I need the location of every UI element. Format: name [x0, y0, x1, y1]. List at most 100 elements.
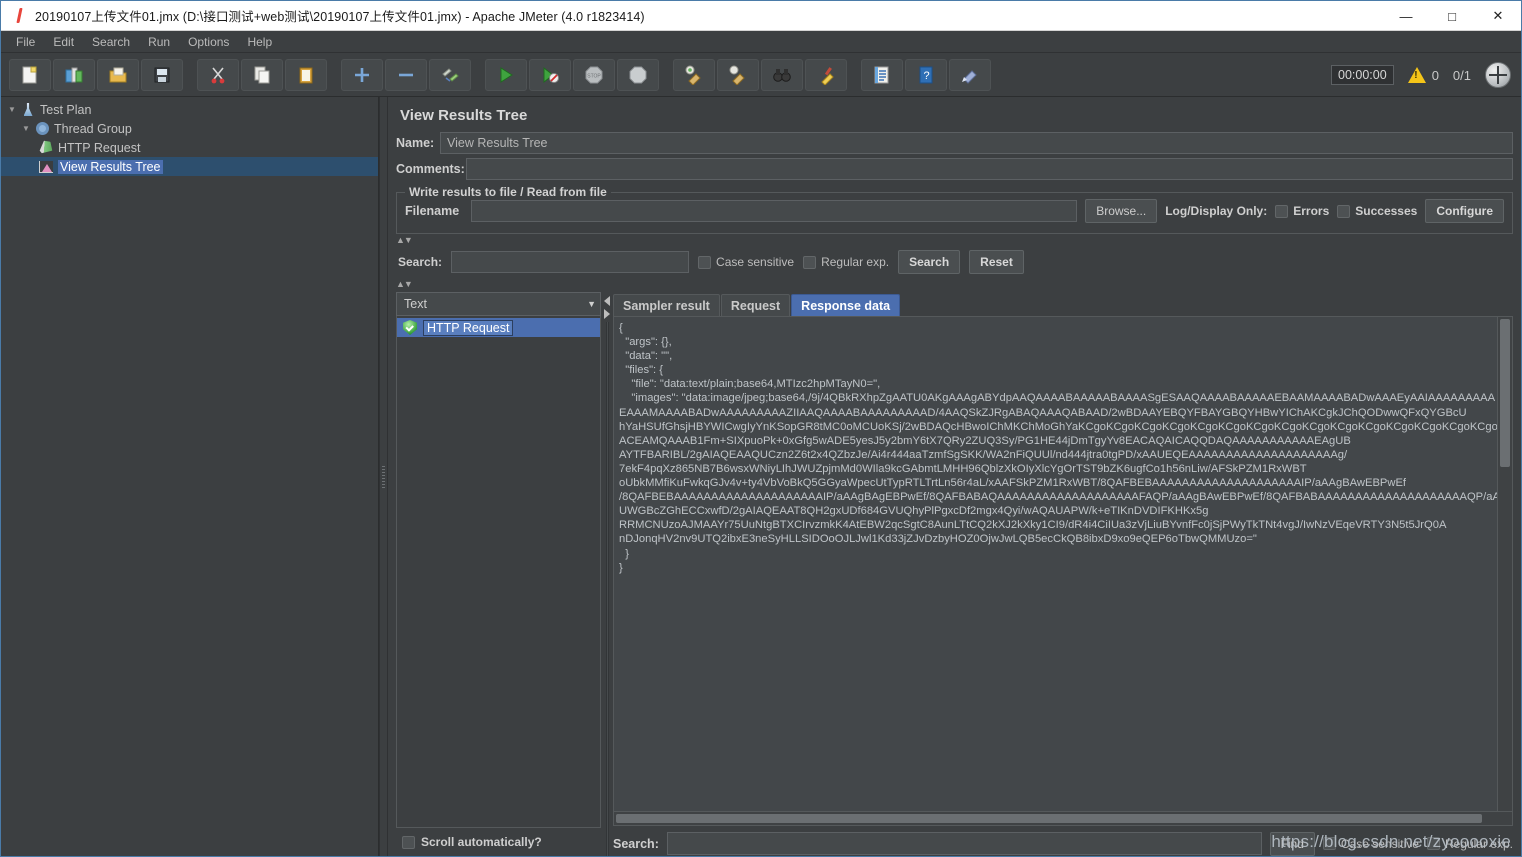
- list-item[interactable]: HTTP Request: [397, 318, 600, 337]
- warning-count: 0: [1431, 67, 1439, 83]
- bottom-regex-box[interactable]: [1426, 837, 1440, 850]
- clear-all-button[interactable]: [717, 58, 759, 91]
- close-button[interactable]: ✕: [1475, 1, 1521, 31]
- tab-sampler-result[interactable]: Sampler result: [613, 294, 720, 316]
- response-data-box: { "args": {}, "data": "", "files": { "fi…: [613, 316, 1513, 812]
- successes-checkbox-box[interactable]: [1337, 204, 1351, 218]
- remote-globe-icon[interactable]: [1485, 62, 1511, 88]
- test-plan-icon: [19, 102, 37, 118]
- configure-button[interactable]: Configure: [1425, 199, 1504, 223]
- main-vertical-splitter[interactable]: [379, 97, 388, 856]
- results-search-bar: Search: Case sensitive Regular exp. Sear…: [396, 246, 1513, 278]
- expand-all-button[interactable]: [341, 58, 383, 91]
- scroll-automatically-checkbox[interactable]: Scroll automatically?: [396, 828, 601, 856]
- tree-node-thread-group[interactable]: ▼ Thread Group: [1, 119, 378, 138]
- warning-indicator[interactable]: 0: [1407, 67, 1439, 83]
- bottom-regex-label: Regular exp.: [1444, 836, 1513, 851]
- tree-node-test-plan[interactable]: ▼ Test Plan: [1, 100, 378, 119]
- search-case-sensitive-checkbox[interactable]: Case sensitive: [698, 255, 794, 269]
- reset-search-button[interactable]: [805, 58, 847, 91]
- tree-node-http-request[interactable]: HTTP Request: [1, 138, 378, 157]
- reset-button[interactable]: Reset: [969, 250, 1024, 274]
- search-regex-checkbox[interactable]: Regular exp.: [803, 255, 889, 269]
- scrollbar-thumb[interactable]: [616, 814, 1482, 823]
- menu-help[interactable]: Help: [238, 33, 281, 51]
- copy-button[interactable]: [241, 58, 283, 91]
- clear-button[interactable]: [673, 58, 715, 91]
- expand-toggle-icon[interactable]: ▼: [19, 124, 33, 133]
- tab-request[interactable]: Request: [720, 294, 791, 316]
- jmeter-window: 20190107上传文件01.jmx (D:\接口测试+web测试\201901…: [1, 1, 1521, 856]
- response-vertical-scrollbar[interactable]: [1497, 317, 1512, 811]
- errors-checkbox-box[interactable]: [1275, 204, 1289, 218]
- test-plan-tree[interactable]: ▼ Test Plan ▼ Thread Group HTTP Request …: [1, 97, 379, 856]
- search-collapse-arrows[interactable]: ▲▼: [396, 278, 1513, 290]
- successes-checkbox[interactable]: Successes: [1337, 204, 1417, 218]
- browse-button[interactable]: Browse...: [1085, 199, 1158, 223]
- start-button[interactable]: [485, 58, 527, 91]
- toggle-button[interactable]: [429, 58, 471, 91]
- shutdown-button[interactable]: [617, 58, 659, 91]
- menu-file[interactable]: File: [7, 33, 44, 51]
- save-button[interactable]: [141, 58, 183, 91]
- search-regex-box[interactable]: [803, 255, 817, 269]
- filename-label: Filename: [405, 204, 460, 218]
- name-input[interactable]: [440, 132, 1513, 154]
- response-pane: Sampler result Request Response data { "…: [613, 292, 1513, 856]
- search-button[interactable]: [761, 58, 803, 91]
- chevron-down-icon[interactable]: ▼: [587, 299, 596, 309]
- svg-text:?: ?: [923, 70, 929, 82]
- toolbar-separator: [473, 59, 485, 91]
- undo-redo-button[interactable]: [949, 58, 991, 91]
- function-helper-button[interactable]: [861, 58, 903, 91]
- svg-text:STOP: STOP: [587, 73, 601, 79]
- menu-edit[interactable]: Edit: [44, 33, 83, 51]
- search-button[interactable]: Search: [898, 250, 961, 274]
- open-button[interactable]: [97, 58, 139, 91]
- menu-options[interactable]: Options: [179, 33, 238, 51]
- stop-button[interactable]: STOP: [573, 58, 615, 91]
- splitter-left-arrow-icon[interactable]: [604, 296, 610, 306]
- bottom-regex-checkbox[interactable]: Regular exp.: [1426, 836, 1513, 851]
- maximize-button[interactable]: □: [1429, 1, 1475, 31]
- bottom-search-input[interactable]: [666, 832, 1262, 855]
- templates-button[interactable]: [53, 58, 95, 91]
- bottom-case-sensitive-checkbox[interactable]: Case sensitive: [1322, 837, 1419, 851]
- collapse-all-button[interactable]: [385, 58, 427, 91]
- minimize-button[interactable]: —: [1383, 1, 1429, 31]
- play-no-pauses-icon: [543, 66, 559, 83]
- start-no-pauses-button[interactable]: [529, 58, 571, 91]
- collapse-arrows[interactable]: ▲▼: [396, 234, 1513, 246]
- splitter-grip: [382, 465, 385, 488]
- help-button[interactable]: ?: [905, 58, 947, 91]
- results-horizontal-splitter[interactable]: [601, 292, 613, 856]
- tree-node-view-results-tree[interactable]: View Results Tree: [1, 157, 378, 176]
- find-button[interactable]: Find: [1269, 831, 1315, 856]
- comments-input[interactable]: [466, 158, 1513, 180]
- response-data-text[interactable]: { "args": {}, "data": "", "files": { "fi…: [614, 317, 1497, 811]
- render-selector-combo[interactable]: Text ▼: [396, 292, 601, 316]
- copy-pages-icon: [254, 66, 270, 83]
- bottom-case-sensitive-box[interactable]: [1322, 837, 1336, 850]
- search-input[interactable]: [451, 251, 690, 273]
- splitter-bar[interactable]: [605, 322, 609, 856]
- new-button[interactable]: [9, 58, 51, 91]
- errors-checkbox[interactable]: Errors: [1275, 204, 1329, 218]
- view-results-tree-panel: View Results Tree Name: Comments: Write …: [388, 97, 1521, 856]
- response-horizontal-scrollbar[interactable]: [613, 812, 1513, 826]
- menu-search[interactable]: Search: [83, 33, 139, 51]
- expand-toggle-icon[interactable]: ▼: [5, 105, 19, 114]
- scrollbar-thumb[interactable]: [1500, 319, 1510, 467]
- warning-triangle-icon: [1407, 67, 1426, 83]
- paste-button[interactable]: [285, 58, 327, 91]
- splitter-right-arrow-icon[interactable]: [604, 309, 610, 319]
- cut-button[interactable]: [197, 58, 239, 91]
- search-case-sensitive-box[interactable]: [698, 255, 712, 269]
- menu-run[interactable]: Run: [139, 33, 179, 51]
- shutdown-octagon-icon: [629, 66, 647, 83]
- scroll-automatically-box[interactable]: [402, 835, 415, 849]
- filename-input[interactable]: [471, 200, 1078, 222]
- sampler-results-list[interactable]: HTTP Request: [396, 316, 601, 828]
- toolbar-separator: [185, 59, 197, 91]
- tab-response-data[interactable]: Response data: [791, 294, 901, 316]
